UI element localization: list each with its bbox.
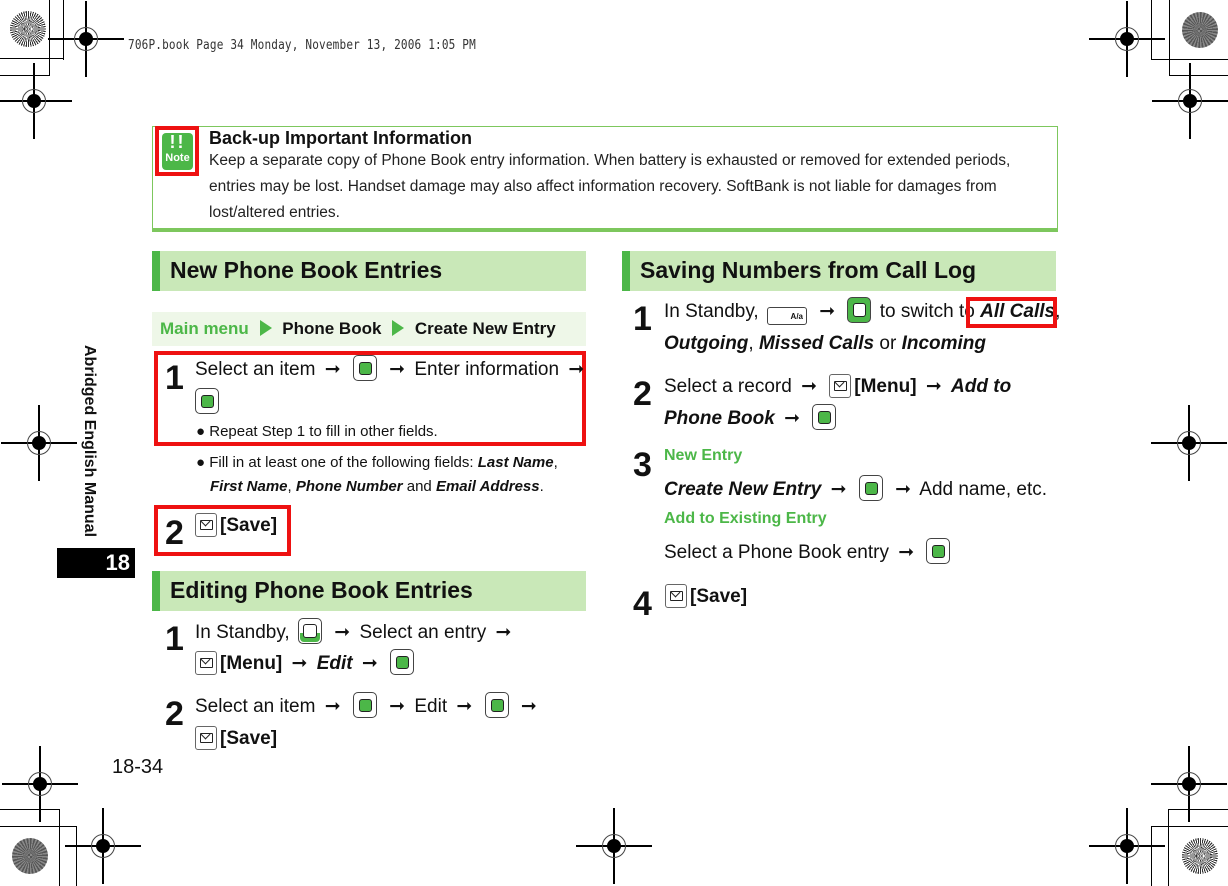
registration-target-icon [1089,808,1165,884]
page-number: 18-34 [112,756,164,778]
registration-target-icon [2,746,78,822]
center-key-icon [352,692,377,718]
step-number: 3 [633,446,652,484]
arrow-icon: ➞ [830,479,847,500]
arrow-icon: ➞ [568,359,585,380]
center-key-icon [352,355,377,381]
arrow-icon: ➞ [324,696,341,717]
arrow-icon: ➞ [324,359,341,380]
step-text: Outgoing, Missed Calls or Incoming [664,333,987,354]
registration-target-icon [65,808,141,884]
nav-key-left-right-icon [847,297,872,323]
bullet-note: ● Fill in at least one of the following … [196,454,558,471]
registration-starburst-icon [12,838,48,874]
registration-target-icon [48,1,124,77]
registration-target-icon [1151,405,1227,481]
mail-key-icon [665,584,687,608]
call-key-icon: A/a [767,307,807,325]
arrow-icon: ➞ [291,653,308,674]
print-header: 706P.book Page 34 Monday, November 13, 2… [128,38,476,53]
step-text [192,388,222,418]
step-text: Phone Book ➞ [664,404,839,434]
registration-target-icon [1,405,77,481]
arrow-icon: ➞ [784,408,801,429]
step-text: Create New Entry ➞ ➞ Add name, etc. [664,475,1047,505]
step-text: Select a Phone Book entry ➞ [664,538,953,568]
step-number: 4 [633,585,652,623]
note-text: Keep a separate copy of Phone Book entry… [209,152,1011,221]
arrow-icon: ➞ [495,622,512,643]
center-key-icon [484,692,509,718]
bullet-note: ● Repeat Step 1 to fill in other fields. [196,423,438,440]
center-key-icon [390,649,415,675]
section-title-new-entries: New Phone Book Entries [152,251,586,291]
arrow-icon: ➞ [389,359,406,380]
step-text: [Save] [662,582,747,612]
note-icon: !! Note [162,133,193,170]
arrow-icon: ➞ [925,376,942,397]
step-text: Select an item ➞ ➞ Enter information ➞ [195,355,588,385]
step-text: In Standby, ➞ Select an entry ➞ [195,618,515,648]
breadcrumb: Main menu Phone Book Create New Entry [152,312,586,346]
mail-key-icon [195,651,217,675]
arrow-icon: ➞ [895,479,912,500]
option-label-new-entry: New Entry [664,447,743,464]
mail-key-icon [195,513,217,537]
section-title-call-log: Saving Numbers from Call Log [622,251,1056,291]
arrow-icon: ➞ [334,622,351,643]
step-number: 2 [165,695,184,733]
step-text: Select a record ➞ [Menu] ➞ Add to [664,372,1011,402]
chapter-tab: 18 [57,548,135,578]
option-label-existing-entry: Add to Existing Entry [664,510,827,527]
arrow-icon: ➞ [819,301,836,322]
step-number: 2 [633,375,652,413]
breadcrumb-item-phone-book[interactable]: Phone Book [282,319,381,338]
step-text: Select an item ➞ ➞ Edit ➞ ➞ [195,692,541,722]
highlight-all-calls [966,297,1057,328]
breadcrumb-separator-icon [259,320,272,336]
registration-target-icon [1151,746,1227,822]
arrow-icon: ➞ [361,653,378,674]
center-key-icon [812,404,837,430]
step-number: 2 [165,514,184,552]
breadcrumb-item-create-new-entry[interactable]: Create New Entry [415,319,556,338]
center-key-icon [195,388,219,414]
registration-target-icon [1089,1,1165,77]
registration-starburst-icon [1182,12,1218,48]
step-text: [Save] [192,511,277,541]
step-text: [Menu] ➞ Edit ➞ [192,649,417,679]
registration-starburst-icon [1182,838,1218,874]
center-key-icon [926,538,951,564]
arrow-icon: ➞ [801,376,817,397]
breadcrumb-item-main-menu[interactable]: Main menu [160,319,249,338]
arrow-icon: ➞ [898,542,915,563]
step-number: 1 [165,620,184,658]
breadcrumb-separator-icon [392,320,405,336]
mail-key-icon [195,726,217,750]
registration-target-icon [576,808,652,884]
registration-target-icon [1152,63,1228,139]
registration-target-icon [0,63,72,139]
step-number: 1 [165,359,184,397]
step-number: 1 [633,300,652,338]
registration-starburst-icon [10,11,46,47]
arrow-icon: ➞ [520,696,537,717]
bullet-note: First Name, Phone Number and Email Addre… [210,478,544,495]
chapter-title: Abridged English Manual [81,345,98,538]
nav-key-down-icon [298,618,322,644]
note-highlight: !! Note [155,126,199,176]
note-title: Back-up Important Information [209,128,473,148]
step-text: [Save] [192,724,277,754]
mail-key-icon [829,374,852,398]
center-key-icon [858,475,883,501]
arrow-icon: ➞ [456,696,473,717]
section-title-editing: Editing Phone Book Entries [152,571,586,611]
arrow-icon: ➞ [389,696,406,717]
